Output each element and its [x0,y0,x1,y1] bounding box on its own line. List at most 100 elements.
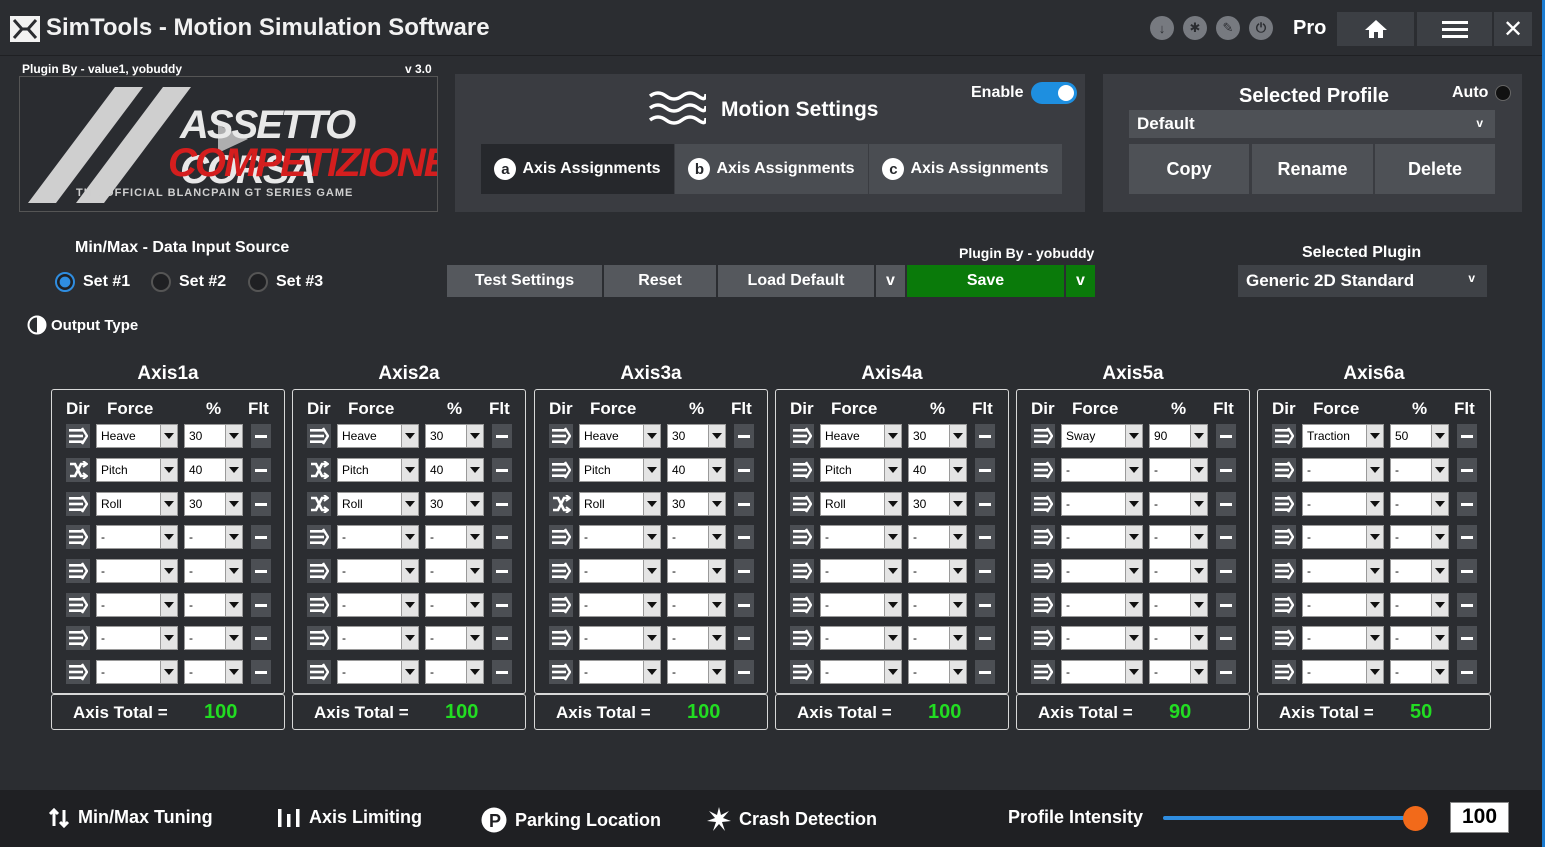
percent-select[interactable]: 30 [667,492,726,516]
parking-location-button[interactable]: P Parking Location [481,807,661,833]
filter-button[interactable] [492,593,512,617]
filter-button[interactable] [734,424,754,448]
percent-select[interactable]: 90 [1149,424,1208,448]
filter-button[interactable] [251,593,271,617]
tab-axis-assignments-c[interactable]: c Axis Assignments [869,144,1062,194]
percent-select[interactable]: 40 [667,458,726,482]
reset-button[interactable]: Reset [604,265,716,297]
filter-button[interactable] [975,660,995,684]
direction-forward-icon[interactable] [790,626,814,650]
direction-forward-icon[interactable] [1272,424,1296,448]
force-select[interactable]: - [96,593,178,617]
tab-axis-assignments-b[interactable]: b Axis Assignments [675,144,868,194]
direction-forward-icon[interactable] [1031,458,1055,482]
direction-forward-icon[interactable] [790,424,814,448]
direction-forward-icon[interactable] [1031,626,1055,650]
force-select[interactable]: - [1302,626,1384,650]
percent-select[interactable]: - [667,626,726,650]
force-select[interactable]: - [96,559,178,583]
direction-forward-icon[interactable] [1031,559,1055,583]
filter-button[interactable] [975,559,995,583]
force-select[interactable]: - [820,626,902,650]
percent-select[interactable]: - [1390,492,1449,516]
force-select[interactable]: - [337,626,419,650]
filter-button[interactable] [975,458,995,482]
filter-button[interactable] [1457,593,1477,617]
percent-select[interactable]: - [184,593,243,617]
force-select[interactable]: Pitch [337,458,419,482]
force-select[interactable]: - [820,559,902,583]
direction-forward-icon[interactable] [66,660,90,684]
force-select[interactable]: - [1302,458,1384,482]
plugin-select[interactable]: Generic 2D Standard v [1238,265,1487,297]
direction-forward-icon[interactable] [1031,660,1055,684]
percent-select[interactable]: - [908,525,967,549]
direction-forward-icon[interactable] [1272,660,1296,684]
intensity-slider-track[interactable] [1163,816,1425,820]
filter-button[interactable] [975,424,995,448]
filter-button[interactable] [1216,458,1236,482]
force-select[interactable]: Roll [579,492,661,516]
direction-forward-icon[interactable] [1272,626,1296,650]
direction-forward-icon[interactable] [549,593,573,617]
direction-forward-icon[interactable] [549,525,573,549]
force-select[interactable]: Roll [820,492,902,516]
force-select[interactable]: Roll [337,492,419,516]
percent-select[interactable]: - [908,626,967,650]
force-select[interactable]: - [337,593,419,617]
force-select[interactable]: - [1302,660,1384,684]
percent-select[interactable]: - [184,525,243,549]
filter-button[interactable] [1216,593,1236,617]
direction-reverse-icon[interactable] [66,458,90,482]
force-select[interactable]: - [1061,559,1143,583]
filter-button[interactable] [734,626,754,650]
percent-select[interactable]: - [1149,626,1208,650]
direction-forward-icon[interactable] [790,559,814,583]
minmax-tuning-button[interactable]: Min/Max Tuning [48,807,213,828]
force-select[interactable]: Heave [96,424,178,448]
filter-button[interactable] [492,458,512,482]
force-select[interactable]: - [1061,593,1143,617]
enable-toggle[interactable] [1031,82,1077,104]
force-select[interactable]: Roll [96,492,178,516]
direction-forward-icon[interactable] [549,626,573,650]
percent-select[interactable]: 30 [908,424,967,448]
force-select[interactable]: - [1302,593,1384,617]
power-icon[interactable]: ⏻ [1249,16,1273,40]
percent-select[interactable]: 40 [908,458,967,482]
filter-button[interactable] [251,492,271,516]
intensity-slider-knob[interactable] [1402,806,1428,831]
radio-set-2[interactable]: Set #2 [151,272,226,292]
force-select[interactable]: - [579,626,661,650]
filter-button[interactable] [251,626,271,650]
percent-select[interactable]: - [1390,660,1449,684]
filter-button[interactable] [251,660,271,684]
filter-button[interactable] [492,492,512,516]
direction-forward-icon[interactable] [790,492,814,516]
percent-select[interactable]: - [667,559,726,583]
rename-button[interactable]: Rename [1252,144,1373,194]
intensity-value-input[interactable]: 100 [1450,802,1509,833]
percent-select[interactable]: - [667,660,726,684]
percent-select[interactable]: - [425,626,484,650]
percent-select[interactable]: - [184,660,243,684]
force-select[interactable]: Pitch [96,458,178,482]
filter-button[interactable] [975,492,995,516]
percent-select[interactable]: - [1390,559,1449,583]
filter-button[interactable] [492,525,512,549]
direction-forward-icon[interactable] [1272,492,1296,516]
filter-button[interactable] [1457,458,1477,482]
direction-forward-icon[interactable] [1031,525,1055,549]
percent-select[interactable]: 30 [667,424,726,448]
radio-set-3[interactable]: Set #3 [248,272,323,292]
filter-button[interactable] [492,424,512,448]
filter-button[interactable] [492,660,512,684]
direction-forward-icon[interactable] [1031,593,1055,617]
force-select[interactable]: - [337,525,419,549]
percent-select[interactable]: - [1149,593,1208,617]
copy-button[interactable]: Copy [1129,144,1249,194]
filter-button[interactable] [1216,660,1236,684]
direction-forward-icon[interactable] [66,424,90,448]
direction-reverse-icon[interactable] [307,492,331,516]
direction-reverse-icon[interactable] [549,492,573,516]
